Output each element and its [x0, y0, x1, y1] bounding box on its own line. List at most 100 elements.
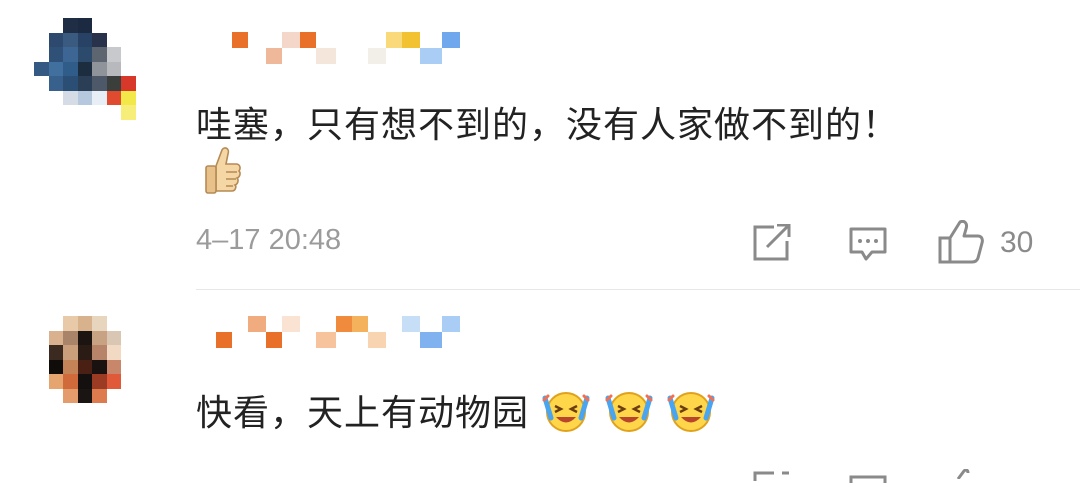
avatar-pixel: [63, 119, 78, 134]
like-icon[interactable]: [938, 219, 984, 268]
avatar-pixel: [121, 359, 136, 374]
avatar-pixel: [77, 403, 92, 418]
avatar-pixel: [92, 32, 107, 47]
avatar-pixel: [92, 403, 107, 418]
avatar[interactable]: [34, 18, 150, 134]
avatar-pixel: [135, 359, 150, 374]
avatar-pixel: [135, 90, 150, 105]
avatar-pixel: [77, 18, 92, 33]
avatar-pixel: [106, 119, 121, 134]
comment-item: 哇塞，只有想不到的，没有人家做不到的！ 4–17 20:48 30: [0, 0, 1080, 290]
avatar-pixel: [92, 76, 107, 91]
username-pixel: [216, 48, 232, 64]
avatar-pixel: [92, 316, 107, 331]
avatar-pixel: [106, 18, 121, 33]
avatar-pixel: [48, 47, 63, 62]
avatar-pixel: [63, 32, 78, 47]
avatar-pixel: [135, 417, 150, 432]
avatar-pixel: [92, 345, 107, 360]
avatar-pixel: [121, 18, 136, 33]
avatar-pixel: [135, 47, 150, 62]
avatar-pixel: [106, 32, 121, 47]
comment-item: 快看，天上有动物园: [0, 290, 1080, 483]
avatar-pixel: [77, 76, 92, 91]
username-pixel: [352, 32, 368, 48]
avatar-pixel: [34, 388, 49, 403]
comment-text: 快看，天上有动物园: [196, 393, 530, 434]
avatar-pixel: [106, 403, 121, 418]
share-icon[interactable]: [752, 466, 792, 485]
like-count: 30: [1000, 226, 1034, 259]
avatar-pixel: [34, 345, 49, 360]
avatar-pixel: [135, 105, 150, 120]
avatar-pixel: [48, 105, 63, 120]
avatar-pixel: [34, 90, 49, 105]
avatar-pixel: [34, 61, 49, 76]
avatar-pixel: [121, 61, 136, 76]
avatar-pixel: [121, 417, 136, 432]
laughing-tears-icon: [666, 388, 716, 443]
username-pixel: [352, 316, 368, 332]
username-blurred[interactable]: [216, 316, 460, 352]
username-blurred[interactable]: [216, 32, 460, 68]
username-pixel: [368, 332, 386, 348]
avatar-pixel: [63, 330, 78, 345]
avatar-pixel: [106, 316, 121, 331]
comment-icon[interactable]: [848, 226, 888, 266]
avatar-pixel: [106, 330, 121, 345]
avatar-pixel: [77, 47, 92, 62]
username-pixel: [266, 48, 282, 64]
comment-icon[interactable]: [848, 468, 888, 487]
username-pixel: [386, 32, 402, 48]
thumbs-up-icon: [202, 146, 242, 202]
avatar-pixel: [63, 417, 78, 432]
avatar[interactable]: [34, 316, 150, 432]
avatar-pixel: [77, 374, 92, 389]
username-pixel: [248, 316, 266, 332]
avatar-pixel: [92, 105, 107, 120]
avatar-pixel: [63, 76, 78, 91]
avatar-pixel: [63, 61, 78, 76]
avatar-pixel: [48, 90, 63, 105]
avatar-pixel: [106, 359, 121, 374]
username-pixel: [282, 32, 300, 48]
avatar-pixel: [121, 345, 136, 360]
avatar-pixel: [77, 90, 92, 105]
username-pixel: [402, 316, 420, 332]
avatar-pixel: [135, 119, 150, 134]
avatar-pixel: [92, 388, 107, 403]
username-pixel: [282, 316, 300, 332]
comment-timestamp: 4–17 20:48: [196, 224, 342, 256]
avatar-pixel: [135, 388, 150, 403]
avatar-pixel: [48, 388, 63, 403]
avatar-pixel: [48, 316, 63, 331]
username-pixel: [316, 332, 336, 348]
avatar-pixel: [48, 330, 63, 345]
username-pixel: [266, 332, 282, 348]
avatar-pixel: [48, 345, 63, 360]
avatar-pixel: [121, 47, 136, 62]
avatar-pixel: [34, 417, 49, 432]
avatar-pixel: [92, 374, 107, 389]
avatar-pixel: [34, 32, 49, 47]
avatar-pixel: [135, 403, 150, 418]
avatar-pixel: [121, 32, 136, 47]
avatar-pixel: [106, 90, 121, 105]
avatar-pixel: [34, 18, 49, 33]
avatar-pixel: [48, 417, 63, 432]
avatar-pixel: [77, 417, 92, 432]
avatar-pixel: [92, 18, 107, 33]
comment-text: 哇塞，只有想不到的，没有人家做不到的！: [196, 105, 900, 146]
avatar-pixel: [92, 330, 107, 345]
avatar-pixel: [48, 61, 63, 76]
share-icon[interactable]: [752, 223, 792, 266]
avatar-pixel: [77, 388, 92, 403]
avatar-pixel: [63, 359, 78, 374]
avatar-pixel: [135, 61, 150, 76]
avatar-pixel: [63, 90, 78, 105]
avatar-pixel: [92, 61, 107, 76]
avatar-pixel: [48, 119, 63, 134]
avatar-pixel: [135, 32, 150, 47]
username-pixel: [368, 48, 386, 64]
avatar-pixel: [48, 359, 63, 374]
